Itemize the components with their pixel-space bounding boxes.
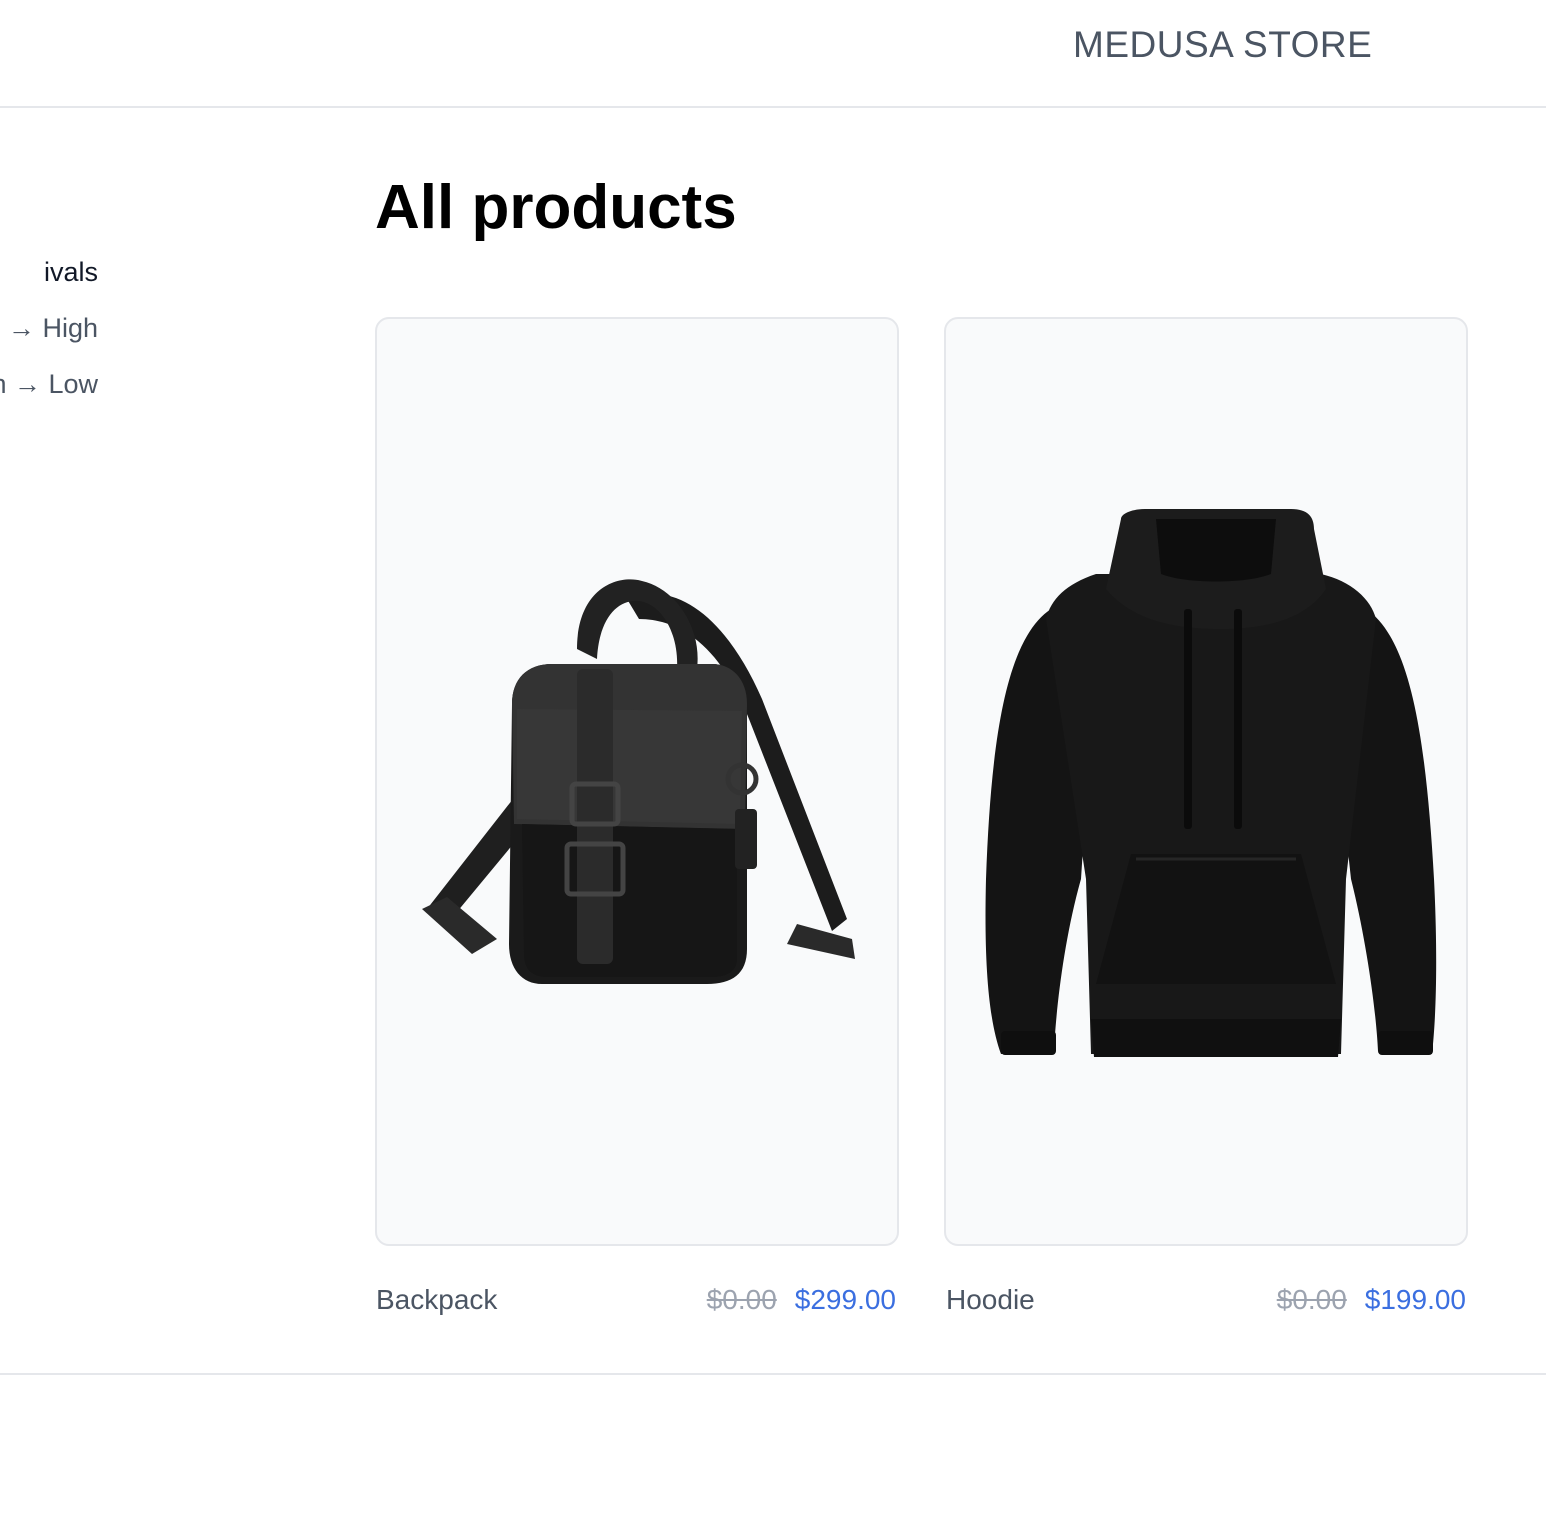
- product-name[interactable]: Backpack: [376, 1284, 497, 1316]
- sort-price-low-high[interactable]: v → High: [0, 313, 98, 344]
- product-name[interactable]: Hoodie: [946, 1284, 1035, 1316]
- sale-price: $299.00: [794, 1284, 896, 1315]
- product-price: $0.00 $199.00: [1277, 1284, 1466, 1316]
- original-price: $0.00: [1276, 1284, 1347, 1315]
- footer-divider: [0, 1373, 1546, 1375]
- sale-price: $199.00: [1364, 1284, 1466, 1315]
- sort-price-high-low[interactable]: h → Low: [0, 369, 98, 400]
- backpack-image: [422, 579, 855, 984]
- product-price: $0.00 $299.00: [707, 1284, 896, 1316]
- sort-label: → High: [7, 313, 98, 343]
- original-price: $0.00: [706, 1284, 777, 1315]
- sort-latest-arrivals[interactable]: ivals: [44, 257, 98, 288]
- product-card-backpack[interactable]: [375, 317, 899, 1246]
- store-page: MEDUSA STORE ivals v → High h → Low All …: [0, 0, 1546, 1519]
- sort-label-partial: v: [0, 313, 6, 343]
- store-logo-link[interactable]: MEDUSA STORE: [1073, 24, 1372, 66]
- product-card-hoodie[interactable]: [944, 317, 1468, 1246]
- sort-options: ivals v → High h → Low: [0, 0, 340, 1519]
- page-title: All products: [375, 173, 737, 242]
- hoodie-image: [985, 509, 1437, 1057]
